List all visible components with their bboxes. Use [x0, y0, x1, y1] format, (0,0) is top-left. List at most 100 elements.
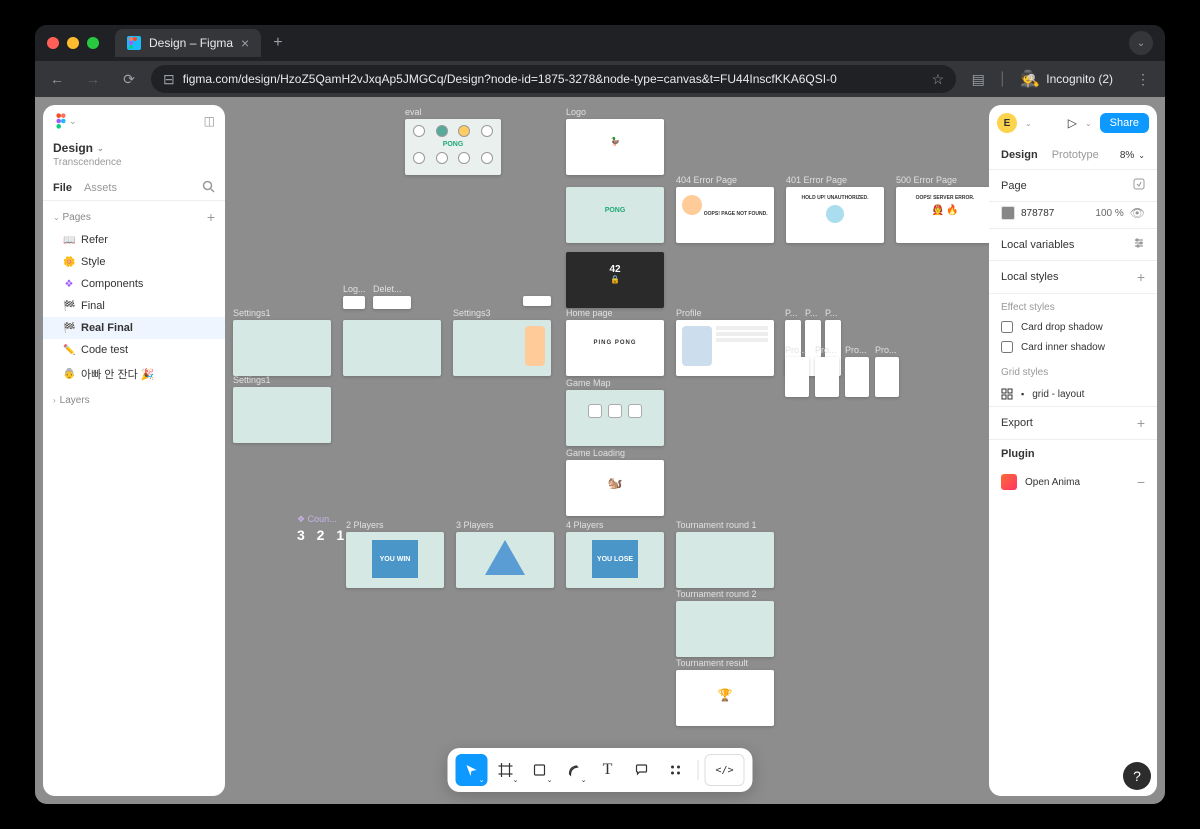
page-item-code-test[interactable]: ✏️Code test	[43, 339, 225, 361]
prototype-settings-icon[interactable]	[1133, 178, 1145, 193]
frame-settings1[interactable]: Settings1	[233, 320, 331, 376]
frame-home-page[interactable]: Home page PING PONG	[566, 320, 664, 376]
project-name[interactable]: Transcendence	[43, 157, 225, 176]
figma-app: ⌄ ◫ Design ⌄ Transcendence File Assets ⌄…	[35, 97, 1165, 804]
canvas[interactable]: eval PONG Logo 🦆 PONG 404 Error Page OOP…	[225, 97, 989, 804]
bookmark-icon[interactable]: ☆	[932, 71, 945, 88]
frame-settings3[interactable]: Settings3	[453, 320, 551, 376]
frame-game-loading[interactable]: Game Loading 🐿️	[566, 460, 664, 516]
shape-tool[interactable]: ⌄	[524, 754, 556, 786]
frame-tournament-result[interactable]: Tournament result 🏆	[676, 670, 774, 726]
zoom-control[interactable]: 8%⌄	[1120, 150, 1145, 161]
user-avatar[interactable]: E	[997, 113, 1017, 133]
frame-42[interactable]: 42 🔒	[566, 252, 664, 308]
add-export-button[interactable]: +	[1137, 415, 1145, 431]
add-style-button[interactable]: +	[1137, 269, 1145, 285]
add-page-button[interactable]: +	[207, 209, 215, 225]
frame-settings1c[interactable]: Settings1	[233, 387, 331, 443]
address-bar[interactable]: ⊟ figma.com/design/HzoZ5QamH2vJxqAp5JMGC…	[151, 65, 956, 93]
back-button[interactable]: ←	[43, 65, 71, 93]
close-window-button[interactable]	[47, 37, 59, 49]
chevron-down-icon: ⌄	[69, 116, 77, 127]
figma-menu-button[interactable]	[53, 113, 69, 129]
component-countdown[interactable]: ❖ Coun... 3 2 1	[297, 527, 348, 543]
frame-settings1b[interactable]	[343, 320, 441, 376]
dev-mode-toggle[interactable]: </>	[705, 754, 745, 786]
plugin-anima[interactable]: Open Anima −	[989, 468, 1157, 496]
chevron-down-icon: ⌄	[1085, 119, 1092, 128]
layers-section-header[interactable]: › Layers	[43, 387, 225, 414]
chrome-menu-button[interactable]: ⋮	[1129, 65, 1157, 93]
background-hex-input[interactable]: 878787	[1021, 208, 1089, 219]
grid-layout-item[interactable]: ▪ grid - layout	[989, 382, 1157, 406]
minimize-window-button[interactable]	[67, 37, 79, 49]
pages-section-header[interactable]: ⌄ Pages +	[43, 201, 225, 229]
forward-button[interactable]: →	[79, 65, 107, 93]
frame-pro4[interactable]: Pro...	[875, 357, 899, 397]
effect-checkbox[interactable]	[1001, 341, 1013, 353]
frame-eval[interactable]: eval PONG	[405, 119, 501, 175]
reading-list-icon[interactable]: ▤	[964, 65, 992, 93]
settings-icon[interactable]	[1133, 237, 1145, 252]
page-item-korean[interactable]: 👵아빠 안 잔다 🎉	[43, 361, 225, 387]
frame-4-players[interactable]: 4 Players YOU LOSE	[566, 532, 664, 588]
frame-profile[interactable]: Profile	[676, 320, 774, 376]
frame-game-map[interactable]: Game Map	[566, 390, 664, 446]
remove-plugin-button[interactable]: −	[1137, 474, 1145, 490]
effect-card-drop-shadow[interactable]: Card drop shadow	[989, 317, 1157, 337]
local-variables-row[interactable]: Local variables	[989, 229, 1157, 261]
frame-delete[interactable]: Delet...	[373, 296, 411, 309]
frame-tournament-round-1[interactable]: Tournament round 1	[676, 532, 774, 588]
frame-pro2[interactable]: Pro...	[815, 357, 839, 397]
pen-tool[interactable]: ⌄	[558, 754, 590, 786]
page-item-refer[interactable]: 📖Refer	[43, 229, 225, 251]
frame-3-players[interactable]: 3 Players	[456, 532, 554, 588]
panel-toggle-icon[interactable]: ◫	[204, 114, 215, 128]
tab-close-icon[interactable]: ×	[241, 35, 249, 51]
new-tab-button[interactable]: +	[265, 30, 290, 56]
page-item-final[interactable]: 🏁Final	[43, 295, 225, 317]
reload-button[interactable]: ⟳	[115, 65, 143, 93]
right-panel-tabs: Design Prototype 8%⌄	[989, 141, 1157, 170]
frame-login-page[interactable]: PONG	[566, 187, 664, 243]
prototype-tab[interactable]: Prototype	[1052, 141, 1099, 169]
effect-checkbox[interactable]	[1001, 321, 1013, 333]
frame-pro1[interactable]: Pro...	[785, 357, 809, 397]
frame-log[interactable]: Log...	[343, 296, 365, 309]
frame-500-error[interactable]: 500 Error Page OOPS! SERVER ERROR.🧑‍🚒🔥	[896, 187, 989, 243]
design-tab[interactable]: Design	[1001, 141, 1038, 169]
frame-404-error[interactable]: 404 Error Page OOPS! PAGE NOT FOUND.	[676, 187, 774, 243]
frame-logo[interactable]: Logo 🦆	[566, 119, 664, 175]
present-button[interactable]: ▷	[1068, 116, 1077, 130]
export-row[interactable]: Export +	[989, 406, 1157, 440]
search-icon[interactable]	[202, 180, 215, 196]
page-item-real-final[interactable]: 🏁Real Final	[43, 317, 225, 339]
chevron-down-icon: ⌄	[97, 144, 104, 153]
frame-tournament-round-2[interactable]: Tournament round 2	[676, 601, 774, 657]
page-item-style[interactable]: 🌼Style	[43, 251, 225, 273]
maximize-window-button[interactable]	[87, 37, 99, 49]
background-swatch[interactable]	[1001, 206, 1015, 220]
effect-card-inner-shadow[interactable]: Card inner shadow	[989, 337, 1157, 357]
frame-tool[interactable]: ⌄	[490, 754, 522, 786]
actions-tool[interactable]	[660, 754, 692, 786]
frame-tiny1[interactable]	[523, 296, 551, 306]
move-tool[interactable]: ⌄	[456, 754, 488, 786]
incognito-indicator[interactable]: 🕵 Incognito (2)	[1012, 69, 1121, 89]
file-name[interactable]: Design ⌄	[43, 137, 225, 157]
browser-tab[interactable]: Design – Figma ×	[115, 29, 261, 57]
comment-tool[interactable]	[626, 754, 658, 786]
page-item-components[interactable]: ❖Components	[43, 273, 225, 295]
assets-tab[interactable]: Assets	[84, 176, 117, 200]
frame-pro3[interactable]: Pro...	[845, 357, 869, 397]
text-tool[interactable]: T	[592, 754, 624, 786]
file-tab[interactable]: File	[53, 176, 72, 200]
frame-2-players[interactable]: 2 Players YOU WIN	[346, 532, 444, 588]
site-info-icon[interactable]: ⊟	[163, 71, 175, 88]
share-button[interactable]: Share	[1100, 113, 1149, 133]
frame-401-error[interactable]: 401 Error Page HOLD UP! UNAUTHORIZED.	[786, 187, 884, 243]
tab-list-button[interactable]: ⌄	[1129, 31, 1153, 55]
visibility-toggle-icon[interactable]: 👁	[1130, 206, 1145, 220]
help-button[interactable]: ?	[1123, 762, 1151, 790]
local-styles-row[interactable]: Local styles +	[989, 261, 1157, 294]
